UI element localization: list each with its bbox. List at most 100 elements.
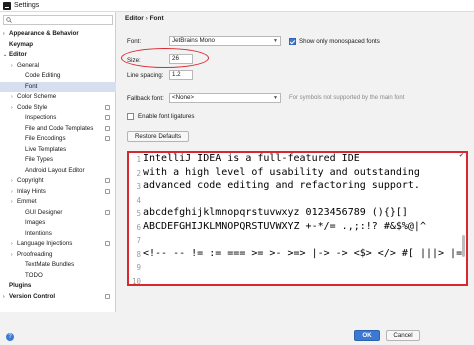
monospaced-checkbox[interactable] (289, 38, 296, 45)
project-scope-icon (105, 125, 110, 131)
breadcrumb-current: Font (149, 15, 164, 22)
ok-button[interactable]: OK (354, 330, 380, 341)
fallback-dropdown-value: <None> (172, 94, 195, 101)
preview-code-line: with a high level of usability and outst… (143, 166, 420, 178)
sidebar-item-label: File Types (25, 156, 54, 163)
sidebar-item[interactable]: Inspections (0, 113, 116, 123)
monospaced-label[interactable]: Show only monospaced fonts (299, 38, 380, 45)
fallback-dropdown[interactable]: <None> ▼ (169, 93, 281, 103)
preview-scrollbar[interactable] (462, 235, 465, 257)
settings-sidebar: › Appearance & Behavior Keymap ⌄ Editor › Gene… (0, 12, 116, 312)
fallback-hint: For symbols not supported by the main fo… (289, 95, 405, 101)
sidebar-item[interactable]: File and Code Templates (0, 124, 116, 134)
sidebar-item[interactable]: Font (0, 81, 116, 92)
ligatures-label[interactable]: Enable font ligatures (138, 113, 194, 120)
sidebar-item[interactable]: › Code Style (0, 103, 116, 113)
cancel-button[interactable]: Cancel (386, 330, 420, 341)
line-number: 5 (136, 209, 141, 218)
breadcrumb-parent[interactable]: Editor (125, 15, 144, 22)
line-number: 9 (136, 263, 141, 272)
sidebar-item-label: Android Layout Editor (25, 166, 85, 174)
project-scope-icon (105, 188, 110, 194)
project-scope-icon (105, 115, 110, 120)
breadcrumb: Editor › Font (125, 15, 164, 22)
sidebar-item-label: Color Scheme (17, 93, 57, 100)
sidebar-item-label: Version Control (9, 292, 56, 300)
restore-defaults-button[interactable]: Restore Defaults (127, 131, 189, 142)
dialog-footer: ? OK Cancel (0, 312, 474, 345)
line-spacing-value: 1.2 (172, 71, 181, 78)
project-scope-icon (105, 104, 110, 110)
preview-code-line: abcdefghijklmnopqrstuvwxyz 0123456789 ()… (143, 207, 408, 218)
line-number: 2 (136, 168, 141, 178)
sidebar-item-label: GUI Designer (25, 208, 63, 216)
sidebar-item-label: Code Style (17, 103, 48, 111)
window-titlebar: Settings (0, 0, 474, 12)
preview-code-line: advanced code editing and refactoring su… (143, 180, 420, 191)
line-spacing-field[interactable]: 1.2 (169, 70, 193, 80)
font-preview-editor[interactable]: 1 IntelliJ IDEA is a full-featured IDE 2 wi… (127, 151, 468, 286)
search-icon (6, 17, 12, 23)
sidebar-item-label: Appearance & Behavior (9, 30, 79, 37)
sidebar-item[interactable]: GUI Designer (0, 208, 116, 218)
sidebar-item[interactable]: › Inlay Hints (0, 187, 116, 197)
chevron-down-icon: ▼ (273, 95, 278, 101)
sidebar-item[interactable]: › Emmet (0, 197, 116, 207)
sidebar-item[interactable]: › Proofreading (0, 250, 116, 260)
sidebar-item[interactable]: › Copyright (0, 176, 116, 186)
sidebar-item[interactable]: Intentions (0, 229, 116, 239)
line-spacing-label: Line spacing: (127, 72, 164, 79)
project-scope-icon (105, 136, 110, 141)
sidebar-item-label: Inspections (25, 114, 57, 121)
sidebar-item[interactable]: ⌄ Editor (0, 50, 116, 60)
sidebar-item[interactable]: › Language Injections (0, 239, 116, 249)
sidebar-item[interactable]: TextMate Bundles (0, 260, 116, 270)
chevron-down-icon: ▼ (273, 38, 278, 44)
sidebar-item[interactable]: › General (0, 61, 116, 71)
line-number: 7 (136, 236, 141, 245)
line-number: 1 (136, 155, 141, 164)
font-label: Font: (127, 38, 142, 45)
sidebar-item-label: Emmet (17, 198, 37, 205)
sidebar-item-label: Language Injections (17, 240, 73, 247)
sidebar-item[interactable]: › Appearance & Behavior (0, 29, 116, 39)
preview-code-line: ABCDEFGHIJKLMNOPQRSTUVWXYZ +-*/= .,;:!? … (143, 220, 426, 232)
sidebar-item[interactable]: Plugins (0, 281, 116, 291)
project-scope-icon (105, 209, 110, 215)
sidebar-item-label: Copyright (17, 177, 44, 184)
intellij-app-icon (3, 2, 11, 10)
line-number: 10 (131, 276, 141, 286)
sidebar-item-label: File and Code Templates (25, 124, 94, 132)
sidebar-item[interactable]: Code Editing (0, 71, 116, 81)
sidebar-item[interactable]: Images (0, 218, 116, 228)
sidebar-item[interactable]: › Color Scheme (0, 92, 116, 102)
project-scope-icon (105, 178, 110, 183)
sidebar-item[interactable]: › Version Control (0, 292, 116, 302)
settings-content: Editor › Font Font: JetBrains Mono ▼ Sho… (117, 12, 474, 312)
sidebar-item[interactable]: Keymap (0, 40, 116, 50)
font-dropdown[interactable]: JetBrains Mono ▼ (169, 36, 281, 46)
ligatures-checkbox[interactable] (127, 113, 134, 120)
sidebar-item[interactable]: Live Templates (0, 145, 116, 155)
project-scope-icon (105, 293, 110, 299)
window-title: Settings (14, 2, 40, 9)
search-input[interactable] (14, 16, 110, 24)
line-number: 8 (136, 249, 141, 259)
sidebar-item[interactable]: TODO (0, 271, 116, 281)
checkmark-icon: ✔ (458, 153, 464, 159)
sidebar-item[interactable]: File Types (0, 155, 116, 165)
help-icon[interactable]: ? (6, 333, 14, 341)
sidebar-item[interactable]: File Encodings (0, 134, 116, 144)
sidebar-item-label: Keymap (9, 40, 34, 48)
font-dropdown-value: JetBrains Mono (172, 37, 215, 44)
sidebar-item[interactable]: Android Layout Editor (0, 166, 116, 176)
sidebar-item-label: TextMate Bundles (25, 261, 75, 268)
sidebar-item-label: General (17, 61, 40, 69)
sidebar-item-label: Proofreading (17, 250, 53, 258)
line-number: 3 (136, 182, 141, 191)
preview-code-line: IntelliJ IDEA is a full-featured IDE (143, 153, 360, 164)
line-number: 6 (136, 222, 141, 232)
settings-search[interactable] (3, 15, 113, 25)
sidebar-item-label: Plugins (9, 282, 32, 289)
sidebar-item-label: File Encodings (25, 135, 66, 142)
